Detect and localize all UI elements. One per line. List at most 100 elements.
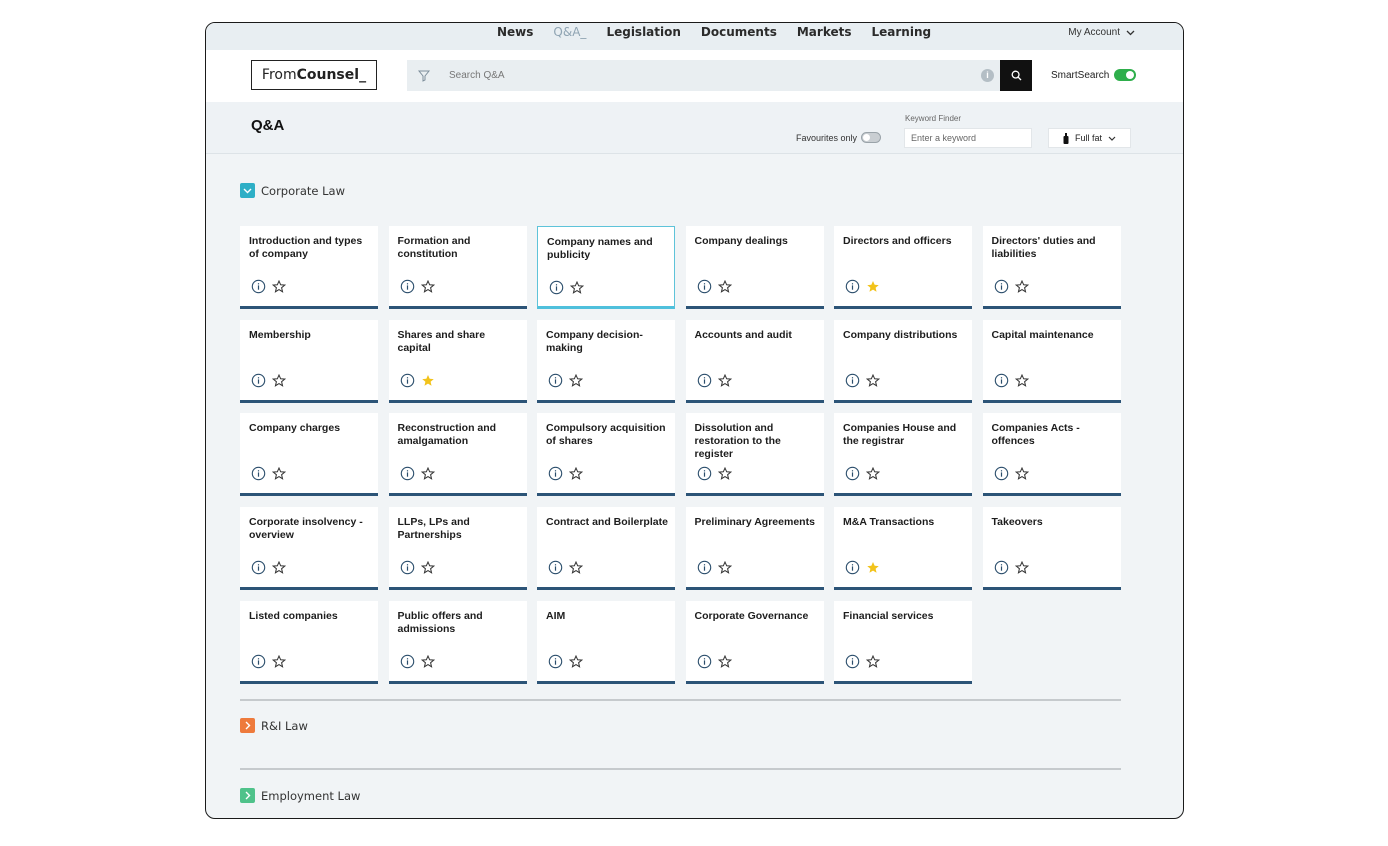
star-icon[interactable] xyxy=(717,561,732,574)
info-icon[interactable] xyxy=(548,373,563,388)
topic-card[interactable]: Company distributions xyxy=(834,319,972,403)
nav-learning[interactable]: Learning xyxy=(872,25,932,39)
nav-qa[interactable]: Q&A_ xyxy=(553,25,586,39)
star-icon[interactable] xyxy=(272,280,286,293)
filter-icon[interactable] xyxy=(417,69,431,83)
section-corporate-law[interactable]: Corporate Law xyxy=(240,183,345,198)
topic-card[interactable]: Company dealings xyxy=(685,226,824,309)
info-icon[interactable] xyxy=(548,466,563,481)
star-icon[interactable] xyxy=(717,280,732,293)
star-icon[interactable] xyxy=(272,654,286,668)
star-icon[interactable] xyxy=(420,280,435,293)
star-filled-icon[interactable] xyxy=(866,561,880,574)
star-icon[interactable] xyxy=(1014,280,1029,293)
topic-card[interactable]: Compulsory acquisition of shares xyxy=(537,413,675,497)
topic-card[interactable]: Directors' duties and liabilities xyxy=(982,226,1121,309)
topic-card[interactable]: Corporate insolvency - overview xyxy=(240,507,378,591)
topic-card[interactable]: Directors and officers xyxy=(834,226,972,309)
star-icon[interactable] xyxy=(420,654,435,668)
my-account-menu[interactable]: My Account xyxy=(1068,27,1135,38)
topic-card[interactable]: Reconstruction and amalgamation xyxy=(388,413,527,497)
nav-markets[interactable]: Markets xyxy=(797,25,852,39)
nav-news[interactable]: News xyxy=(497,25,533,39)
topic-card[interactable]: Takeovers xyxy=(982,507,1121,591)
info-icon[interactable] xyxy=(845,279,860,294)
info-icon[interactable] xyxy=(697,466,712,481)
topic-card[interactable]: Companies Acts - offences xyxy=(982,413,1121,497)
info-icon[interactable] xyxy=(548,560,563,575)
section-ri-law[interactable]: R&I Law xyxy=(240,718,308,733)
star-icon[interactable] xyxy=(717,373,732,387)
nav-documents[interactable]: Documents xyxy=(701,25,777,39)
topic-card[interactable]: Preliminary Agreements xyxy=(685,507,824,591)
info-icon[interactable] xyxy=(697,373,712,388)
info-icon[interactable] xyxy=(251,279,266,294)
star-icon[interactable] xyxy=(570,281,584,294)
topic-card[interactable]: Corporate Governance xyxy=(685,600,824,684)
search-input[interactable] xyxy=(449,70,949,81)
star-filled-icon[interactable] xyxy=(866,280,880,293)
topic-card[interactable]: Formation and constitution xyxy=(388,226,527,309)
star-icon[interactable] xyxy=(717,654,732,668)
topic-card[interactable]: Capital maintenance xyxy=(982,319,1121,403)
nav-legislation[interactable]: Legislation xyxy=(606,25,680,39)
star-icon[interactable] xyxy=(420,467,435,481)
info-icon[interactable] xyxy=(400,654,415,669)
search-info-icon[interactable]: i xyxy=(981,69,994,82)
star-icon[interactable] xyxy=(569,467,583,481)
info-icon[interactable] xyxy=(400,279,415,294)
smartsearch-toggle[interactable] xyxy=(1114,69,1137,81)
star-icon[interactable] xyxy=(569,561,583,574)
topic-card[interactable]: Membership xyxy=(240,319,378,403)
star-icon[interactable] xyxy=(1014,561,1029,574)
info-icon[interactable] xyxy=(994,466,1009,481)
star-icon[interactable] xyxy=(717,467,732,481)
info-icon[interactable] xyxy=(251,654,266,669)
topic-card[interactable]: Company decision-making xyxy=(537,319,675,403)
topic-card[interactable]: Company names and publicity xyxy=(537,226,675,309)
topic-card[interactable]: Companies House and the registrar xyxy=(834,413,972,497)
star-icon[interactable] xyxy=(272,561,286,574)
star-icon[interactable] xyxy=(420,561,435,574)
fromcounsel-logo[interactable]: From Counsel_ xyxy=(251,60,377,90)
info-icon[interactable] xyxy=(845,560,860,575)
star-icon[interactable] xyxy=(866,373,880,387)
info-icon[interactable] xyxy=(697,654,712,669)
info-icon[interactable] xyxy=(845,466,860,481)
favourites-only-toggle[interactable] xyxy=(861,132,882,143)
topic-card[interactable]: Accounts and audit xyxy=(685,319,824,403)
keyword-input[interactable] xyxy=(904,128,1032,148)
info-icon[interactable] xyxy=(400,560,415,575)
info-icon[interactable] xyxy=(697,560,712,575)
star-icon[interactable] xyxy=(1014,373,1029,387)
star-icon[interactable] xyxy=(866,467,880,481)
info-icon[interactable] xyxy=(400,373,415,388)
info-icon[interactable] xyxy=(697,279,712,294)
info-icon[interactable] xyxy=(251,373,266,388)
info-icon[interactable] xyxy=(994,560,1009,575)
star-icon[interactable] xyxy=(569,654,583,668)
info-icon[interactable] xyxy=(548,654,563,669)
topic-card[interactable]: Listed companies xyxy=(240,600,378,684)
info-icon[interactable] xyxy=(845,654,860,669)
topic-card[interactable]: Public offers and admissions xyxy=(388,600,527,684)
topic-card[interactable]: Introduction and types of company xyxy=(240,226,378,309)
topic-card[interactable]: Contract and Boilerplate xyxy=(537,507,675,591)
topic-card[interactable]: M&A Transactions xyxy=(834,507,972,591)
info-icon[interactable] xyxy=(549,280,564,295)
star-icon[interactable] xyxy=(569,373,583,387)
fullfat-dropdown[interactable]: Full fat xyxy=(1048,128,1131,148)
info-icon[interactable] xyxy=(251,466,266,481)
search-button[interactable] xyxy=(1000,60,1032,91)
topic-card[interactable]: AIM xyxy=(537,600,675,684)
info-icon[interactable] xyxy=(994,373,1009,388)
star-icon[interactable] xyxy=(272,373,286,387)
info-icon[interactable] xyxy=(400,466,415,481)
info-icon[interactable] xyxy=(845,373,860,388)
topic-card[interactable]: LLPs, LPs and Partnerships xyxy=(388,507,527,591)
star-filled-icon[interactable] xyxy=(421,374,435,387)
topic-card[interactable]: Company charges xyxy=(240,413,378,497)
section-employment-law[interactable]: Employment Law xyxy=(240,788,360,803)
star-icon[interactable] xyxy=(866,654,880,668)
star-icon[interactable] xyxy=(1014,467,1029,481)
